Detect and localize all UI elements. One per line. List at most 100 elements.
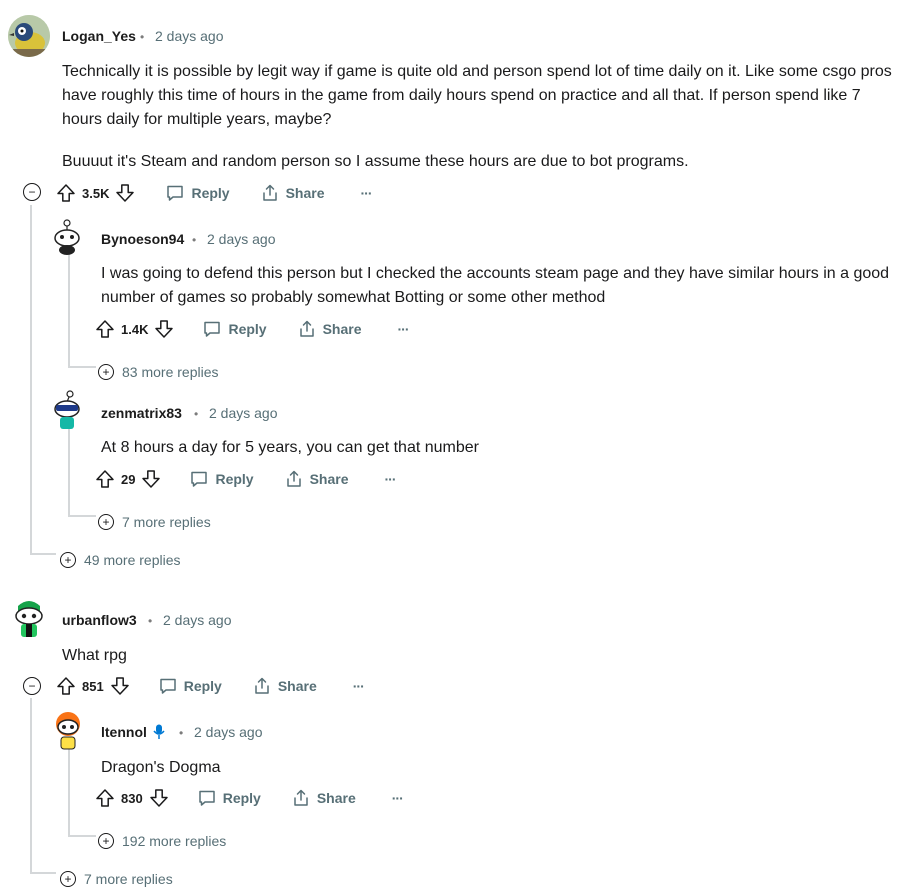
timestamp[interactable]: 2 days ago (209, 405, 278, 421)
comment-bubble-icon (158, 676, 178, 696)
expand-icon: + (98, 364, 114, 380)
separator-dot: • (140, 30, 145, 44)
upvote-icon[interactable] (56, 676, 76, 696)
vote-count: 830 (121, 790, 143, 806)
downvote-icon[interactable] (154, 319, 174, 339)
upvote-icon[interactable] (95, 319, 115, 339)
share-label: Share (285, 185, 325, 201)
reply-label: Reply (191, 185, 230, 201)
overflow-icon: ··· (384, 471, 397, 487)
username[interactable]: Logan_Yes (62, 28, 136, 44)
comment-actions: 851 Reply Share ··· (56, 672, 365, 700)
separator-dot: • (192, 233, 197, 247)
username[interactable]: zenmatrix83 (101, 405, 182, 421)
downvote-icon[interactable] (141, 469, 161, 489)
reply-button[interactable]: Reply (158, 676, 222, 696)
username[interactable]: Bynoeson94 (101, 231, 184, 247)
avatar[interactable] (50, 710, 86, 750)
snoo-avatar-icon (54, 390, 80, 429)
comment-body: Technically it is possible by legit way … (62, 60, 892, 174)
upvote-icon[interactable] (56, 183, 76, 203)
timestamp[interactable]: 2 days ago (155, 28, 224, 44)
reply-button[interactable]: Reply (202, 319, 267, 339)
bird-avatar-icon (8, 15, 50, 57)
comment-paragraph: Technically it is possible by legit way … (62, 63, 892, 128)
comment-actions: 1.4K Reply Share ··· (95, 315, 410, 343)
snoo-avatar-icon (56, 712, 80, 750)
username[interactable]: urbanflow3 (62, 612, 137, 628)
more-replies-label: 192 more replies (122, 833, 227, 849)
thread-line-comment-1-curve (30, 553, 56, 555)
share-label: Share (322, 321, 362, 337)
reply-label: Reply (228, 321, 267, 337)
share-button[interactable]: Share (297, 319, 362, 339)
snoo-avatar-icon (15, 601, 43, 637)
vote-group: 1.4K (95, 319, 174, 339)
more-replies-label: 7 more replies (122, 514, 211, 530)
vote-count: 1.4K (121, 321, 149, 337)
reply-button[interactable]: Reply (189, 469, 254, 489)
more-replies-label: 83 more replies (122, 364, 219, 380)
overflow-menu-button[interactable]: ··· (384, 471, 397, 487)
timestamp[interactable]: 2 days ago (207, 231, 276, 247)
share-button[interactable]: Share (252, 676, 317, 696)
downvote-icon[interactable] (149, 788, 169, 808)
collapse-button[interactable]: − (23, 677, 41, 695)
comment-actions: 830 Reply Share ··· (95, 784, 404, 812)
expand-icon: + (60, 871, 76, 887)
overflow-menu-button[interactable]: ··· (398, 321, 410, 337)
share-icon (252, 676, 272, 696)
overflow-menu-button[interactable]: ··· (352, 678, 365, 694)
vote-count: 29 (121, 471, 136, 487)
share-button[interactable]: Share (260, 183, 325, 203)
comment-bubble-icon (197, 788, 217, 808)
share-icon (284, 469, 304, 489)
overflow-icon: ··· (352, 678, 365, 694)
upvote-icon[interactable] (95, 469, 115, 489)
more-replies-label: 7 more replies (84, 871, 173, 887)
timestamp[interactable]: 2 days ago (194, 724, 263, 740)
thread-line-reply-1b (68, 425, 70, 517)
more-replies-link[interactable]: + 83 more replies (98, 361, 219, 383)
overflow-menu-button[interactable]: ··· (360, 185, 373, 201)
reply-button[interactable]: Reply (165, 183, 230, 203)
share-button[interactable]: Share (291, 788, 356, 808)
comment-bubble-icon (165, 183, 185, 203)
downvote-icon[interactable] (110, 676, 130, 696)
comment-body: At 8 hours a day for 5 years, you can ge… (101, 439, 479, 456)
thread-line-reply-1a (68, 250, 70, 368)
downvote-icon[interactable] (115, 183, 135, 203)
avatar[interactable] (10, 598, 48, 638)
thread-line-reply-1b-curve (68, 515, 96, 517)
comment-body: Dragon's Dogma (101, 759, 221, 776)
share-icon (297, 319, 317, 339)
vote-group: 3.5K (56, 183, 135, 203)
thread-line-comment-2 (30, 698, 32, 874)
timestamp[interactable]: 2 days ago (163, 612, 232, 628)
comment-body: What rpg (62, 647, 127, 664)
collapse-button[interactable]: − (23, 183, 41, 201)
avatar[interactable] (50, 390, 84, 430)
more-replies-link[interactable]: + 192 more replies (98, 830, 226, 852)
comment-bubble-icon (189, 469, 209, 489)
vote-group: 830 (95, 788, 169, 808)
more-replies-link[interactable]: + 7 more replies (60, 868, 173, 890)
overflow-icon: ··· (360, 185, 373, 201)
reply-label: Reply (215, 471, 254, 487)
more-replies-link[interactable]: + 49 more replies (60, 549, 181, 571)
separator-dot: • (148, 614, 153, 628)
username[interactable]: ltennol (101, 724, 165, 740)
share-label: Share (277, 678, 317, 694)
thread-line-reply-2a-curve (68, 835, 96, 837)
reply-button[interactable]: Reply (197, 788, 261, 808)
overflow-menu-button[interactable]: ··· (392, 790, 404, 806)
upvote-icon[interactable] (95, 788, 115, 808)
reply-label: Reply (222, 790, 261, 806)
expand-icon: + (98, 514, 114, 530)
share-button[interactable]: Share (284, 469, 349, 489)
avatar[interactable] (8, 15, 50, 57)
expand-icon: + (98, 833, 114, 849)
share-icon (291, 788, 311, 808)
avatar[interactable] (50, 218, 84, 256)
more-replies-link[interactable]: + 7 more replies (98, 511, 211, 533)
